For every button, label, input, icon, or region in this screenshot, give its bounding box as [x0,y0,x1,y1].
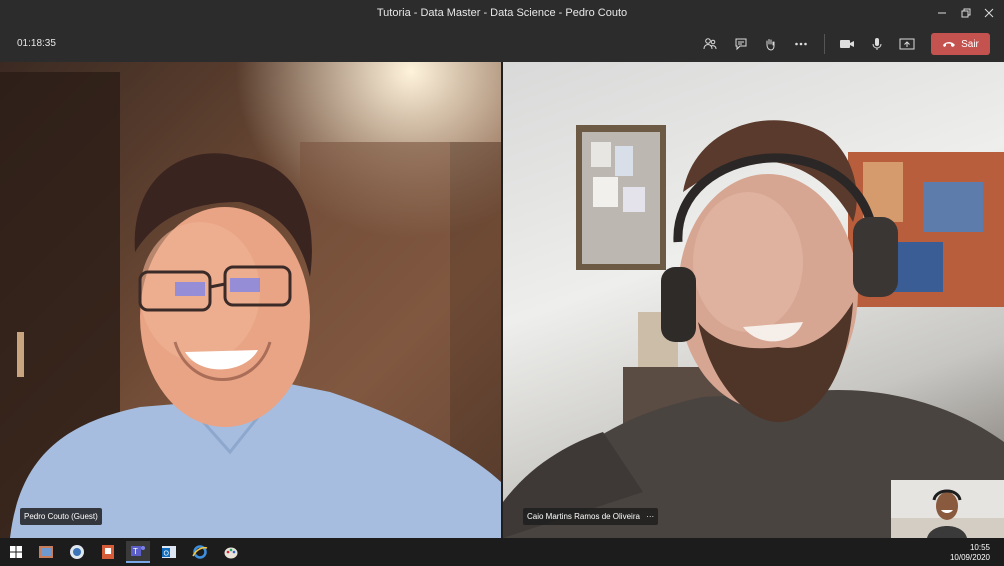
participants-icon[interactable] [698,32,722,56]
participant-video-feed [0,62,501,538]
participant-name-tag: Caio Martins Ramos de Oliveira ··· [523,508,659,525]
participant-video-feed [503,120,1004,538]
teams-app-icon[interactable]: T [126,541,150,563]
participant-more-options[interactable]: ··· [646,512,654,521]
video-tile-caio[interactable]: Caio Martins Ramos de Oliveira ··· [503,62,1004,538]
toolbar-divider [824,34,825,54]
windows-taskbar: T O 10:55 10/09/2020 [0,538,1004,566]
participant-name-tag: Pedro Couto (Guest) [20,508,102,525]
meeting-timer: 01:18:35 [17,38,56,49]
close-icon[interactable] [974,0,1004,26]
window-title: Tutoria - Data Master - Data Science - P… [376,7,628,19]
participant-name: Pedro Couto (Guest) [24,512,98,521]
self-video-feed [891,480,1004,538]
windows-start-icon[interactable] [4,541,28,563]
participant-name: Caio Martins Ramos de Oliveira [527,512,640,521]
microphone-icon[interactable] [865,32,889,56]
internet-explorer-app-icon[interactable] [188,541,212,563]
more-options-icon[interactable] [789,32,813,56]
paint-app-icon[interactable] [219,541,243,563]
skype-app-icon[interactable] [65,541,89,563]
outlook-app-icon[interactable]: O [157,541,181,563]
camera-icon[interactable] [835,32,859,56]
title-bar: Tutoria - Data Master - Data Science - P… [0,0,1004,26]
svg-text:T: T [133,547,138,556]
leave-button[interactable]: Sair [931,33,990,55]
meeting-toolbar: 01:18:35 Sair [0,26,1004,62]
raise-hand-icon[interactable] [758,32,782,56]
self-view-video[interactable] [891,480,1004,538]
svg-text:O: O [164,551,170,558]
clock-time: 10:55 [969,543,990,552]
photos-app-icon[interactable] [34,541,58,563]
chat-icon[interactable] [729,32,753,56]
powerpoint-app-icon[interactable] [96,541,120,563]
leave-label: Sair [961,38,979,50]
hang-up-icon [943,42,956,47]
system-clock[interactable]: 10:55 10/09/2020 [950,543,990,563]
share-screen-icon[interactable] [895,32,919,56]
clock-date: 10/09/2020 [949,553,990,562]
video-tile-pedro[interactable]: Pedro Couto (Guest) [0,62,501,538]
